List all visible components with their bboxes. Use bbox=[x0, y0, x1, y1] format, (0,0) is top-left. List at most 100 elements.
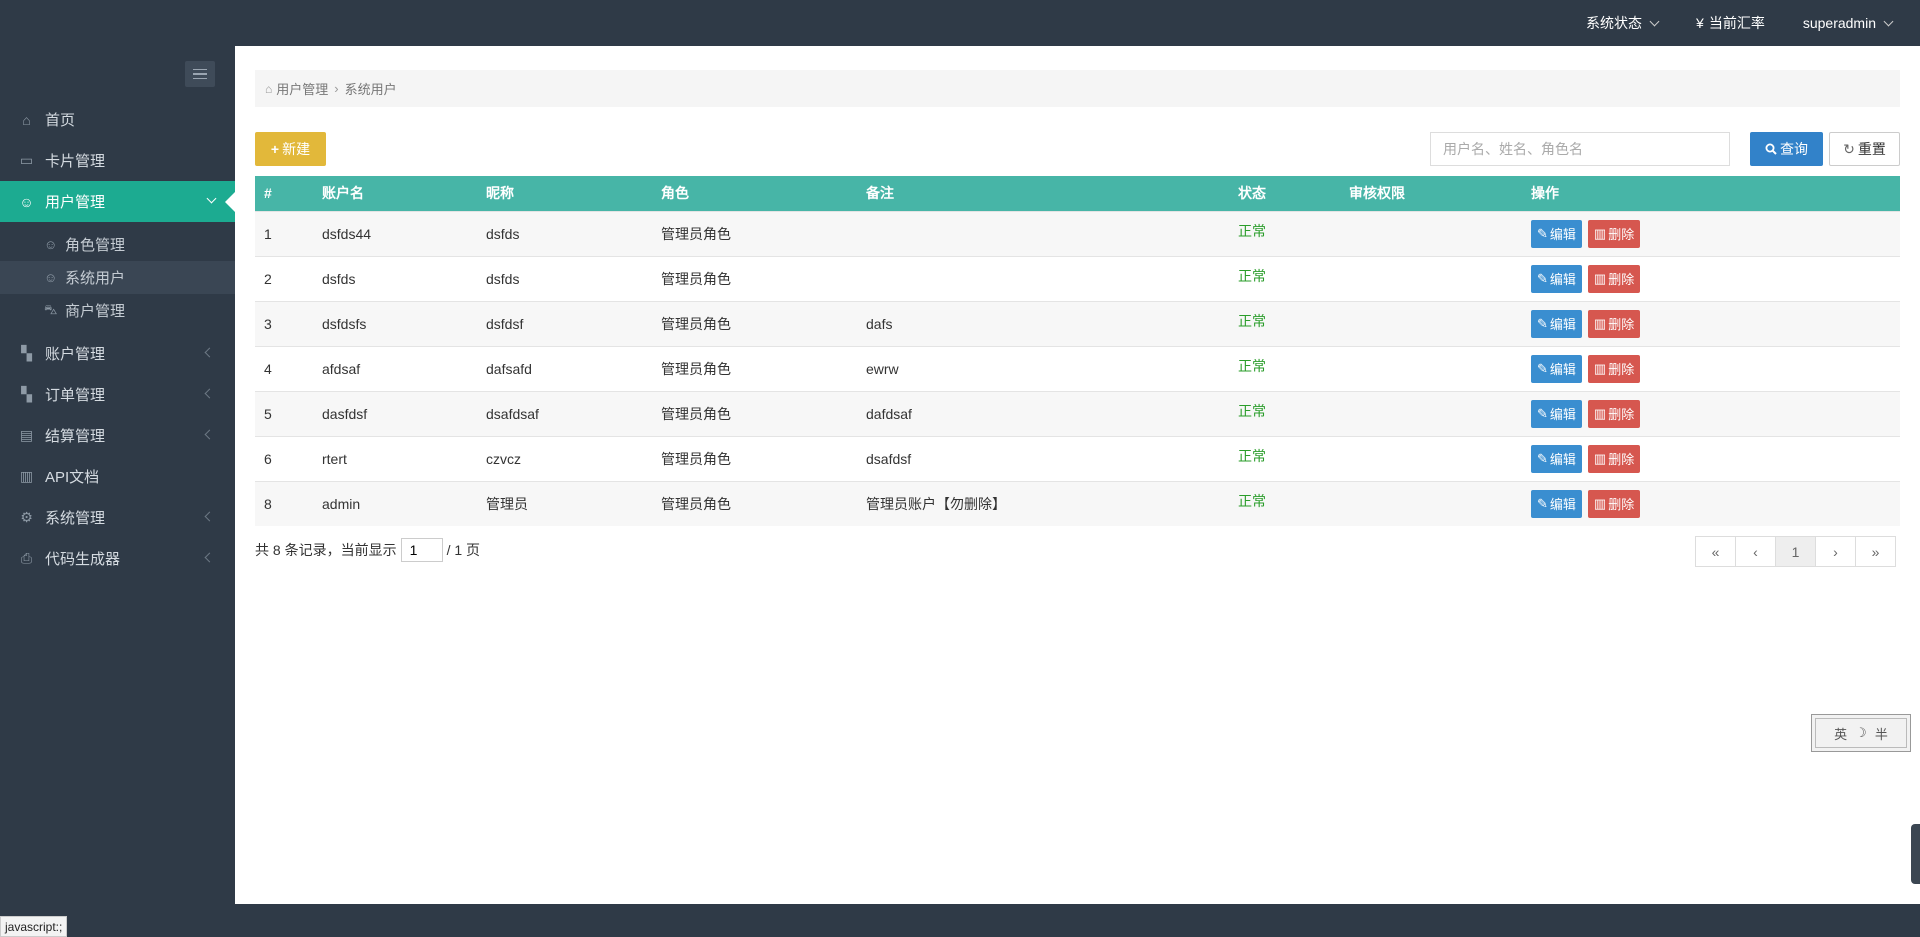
cell-actions: ✎ 编辑 ▥ 删除 bbox=[1522, 345, 1900, 391]
cell-audit bbox=[1340, 435, 1522, 481]
column-header: # bbox=[255, 176, 313, 211]
cell-actions: ✎ 编辑 ▥ 删除 bbox=[1522, 390, 1900, 436]
cell-account: admin bbox=[313, 480, 477, 526]
prev-page-button[interactable]: ‹ bbox=[1735, 536, 1776, 567]
delete-button[interactable]: ▥ 删除 bbox=[1587, 444, 1641, 473]
ime-width-toggle[interactable]: 半 bbox=[1875, 724, 1888, 743]
delete-button[interactable]: ▥ 删除 bbox=[1587, 264, 1641, 293]
user-outline-icon: ☺ bbox=[44, 270, 58, 285]
sidebar-item-code-generator[interactable]: ⎙ 代码生成器 bbox=[0, 538, 235, 579]
cell-id: 1 bbox=[255, 210, 313, 256]
card-icon: ▭ bbox=[19, 152, 34, 168]
cell-audit bbox=[1340, 390, 1522, 436]
breadcrumb: ⌂ 用户管理 › 系统用户 bbox=[255, 70, 1900, 107]
sidebar-item-order[interactable]: ▚ 订单管理 bbox=[0, 374, 235, 415]
delete-button[interactable]: ▥ 删除 bbox=[1587, 219, 1641, 248]
column-header: 角色 bbox=[652, 176, 857, 211]
next-page-button[interactable]: › bbox=[1815, 536, 1856, 567]
chevron-down-icon bbox=[1883, 16, 1894, 26]
edit-button[interactable]: ✎ 编辑 bbox=[1531, 399, 1582, 428]
sidebar-item-user-management[interactable]: ☺ 用户管理 bbox=[0, 181, 235, 222]
cell-nickname: czvcz bbox=[477, 435, 652, 481]
status-badge: 正常 bbox=[1238, 402, 1266, 419]
cell-audit bbox=[1340, 210, 1522, 256]
edit-button[interactable]: ✎ 编辑 bbox=[1531, 309, 1582, 338]
edit-button[interactable]: ✎ 编辑 bbox=[1531, 489, 1582, 518]
sidebar-subitem-system-user[interactable]: ☺ 系统用户 bbox=[0, 261, 235, 294]
cell-remark bbox=[857, 210, 1229, 256]
page-number-input[interactable] bbox=[400, 538, 443, 562]
delete-button[interactable]: ▥ 删除 bbox=[1587, 309, 1641, 338]
search-input[interactable] bbox=[1430, 132, 1730, 166]
cell-id: 4 bbox=[255, 345, 313, 391]
search-button[interactable]: 查询 bbox=[1750, 132, 1823, 166]
cell-actions: ✎ 编辑 ▥ 删除 bbox=[1522, 300, 1900, 346]
delete-button[interactable]: ▥ 删除 bbox=[1587, 489, 1641, 518]
table-row: 4 afdsaf dafsafd 管理员角色 ewrw 正常 ✎ 编辑 ▥ 删除 bbox=[255, 345, 1900, 391]
gear-icon: ⚙ bbox=[20, 509, 33, 525]
ime-language[interactable]: 英 bbox=[1834, 724, 1847, 743]
sidebar-subitem-merchant[interactable]: ⛍ 商户管理 bbox=[0, 294, 235, 327]
table-row: 1 dsfds44 dsfds 管理员角色 正常 ✎ 编辑 ▥ 删除 bbox=[255, 210, 1900, 256]
cell-actions: ✎ 编辑 ▥ 删除 bbox=[1522, 435, 1900, 481]
user-dropdown[interactable]: superadmin bbox=[1803, 15, 1894, 31]
table-row: 5 dasfdsf dsafdsaf 管理员角色 dafdsaf 正常 ✎ 编辑 ▥ 删除 bbox=[255, 390, 1900, 436]
cell-audit bbox=[1340, 345, 1522, 391]
chevron-left-icon bbox=[204, 388, 215, 399]
cell-status: 正常 bbox=[1229, 255, 1340, 301]
cell-remark: dafs bbox=[857, 300, 1229, 346]
sidebar-item-account[interactable]: ▚ 账户管理 bbox=[0, 333, 235, 374]
table-row: 8 admin 管理员 管理员角色 管理员账户【勿删除】 正常 ✎ 编辑 ▥ 删除 bbox=[255, 480, 1900, 526]
sidebar-item-label: 卡片管理 bbox=[45, 153, 106, 170]
system-status-label: 系统状态 bbox=[1586, 15, 1643, 31]
sidebar-toggle-button[interactable] bbox=[185, 61, 215, 87]
edit-button[interactable]: ✎ 编辑 bbox=[1531, 219, 1582, 248]
delete-button[interactable]: ▥ 删除 bbox=[1587, 399, 1641, 428]
sidebar-item-card[interactable]: ▭ 卡片管理 bbox=[0, 140, 235, 181]
first-page-button[interactable]: « bbox=[1695, 536, 1736, 567]
cell-account: afdsaf bbox=[313, 345, 477, 391]
cell-role: 管理员角色 bbox=[652, 300, 857, 346]
edit-button[interactable]: ✎ 编辑 bbox=[1531, 444, 1582, 473]
cell-nickname: dsfds bbox=[477, 255, 652, 301]
pagination: « ‹ 1 › » bbox=[1695, 536, 1896, 567]
edit-button[interactable]: ✎ 编辑 bbox=[1531, 354, 1582, 383]
system-status-dropdown[interactable]: 系统状态 bbox=[1586, 13, 1660, 33]
column-header: 操作 bbox=[1522, 176, 1900, 211]
breadcrumb-parent[interactable]: 用户管理 bbox=[276, 79, 328, 98]
cell-actions: ✎ 编辑 ▥ 删除 bbox=[1522, 255, 1900, 301]
cell-role: 管理员角色 bbox=[652, 345, 857, 391]
floating-side-handle[interactable] bbox=[1911, 824, 1920, 884]
sidebar-item-label: 代码生成器 bbox=[45, 551, 121, 568]
sidebar-subitem-role[interactable]: ☺ 角色管理 bbox=[0, 228, 235, 261]
cell-status: 正常 bbox=[1229, 345, 1340, 391]
ime-toolbar[interactable]: 英 ☽ 半 bbox=[1811, 714, 1911, 752]
cell-account: rtert bbox=[313, 435, 477, 481]
cell-account: dasfdsf bbox=[313, 390, 477, 436]
last-page-button[interactable]: » bbox=[1855, 536, 1896, 567]
table-row: 6 rtert czvcz 管理员角色 dsafdsf 正常 ✎ 编辑 ▥ 删除 bbox=[255, 435, 1900, 481]
main-content: ⌂ 用户管理 › 系统用户 + 新建 查询 ↻ 重置 # 账户名 昵称 角色 备… bbox=[235, 46, 1920, 904]
sidebar-item-system[interactable]: ⚙ 系统管理 bbox=[0, 497, 235, 538]
edit-button[interactable]: ✎ 编辑 bbox=[1531, 264, 1582, 293]
delete-button[interactable]: ▥ 删除 bbox=[1587, 354, 1641, 383]
sidebar-item-label: API文档 bbox=[45, 469, 100, 486]
sidebar-item-home[interactable]: ⌂ 首页 bbox=[0, 99, 235, 140]
column-header: 昵称 bbox=[477, 176, 652, 211]
new-button[interactable]: + 新建 bbox=[255, 132, 326, 166]
reset-button[interactable]: ↻ 重置 bbox=[1829, 132, 1900, 166]
chevron-left-icon bbox=[204, 347, 215, 358]
home-icon: ⌂ bbox=[265, 81, 273, 96]
sidebar-item-api-docs[interactable]: ▥ API文档 bbox=[0, 456, 235, 497]
cell-account: dsfdsfs bbox=[313, 300, 477, 346]
cell-id: 6 bbox=[255, 435, 313, 481]
edit-icon: ✎ bbox=[1537, 315, 1548, 331]
sidebar-item-label: 用户管理 bbox=[45, 194, 106, 211]
sidebar-item-settlement[interactable]: ▤ 结算管理 bbox=[0, 415, 235, 456]
page-button[interactable]: 1 bbox=[1775, 536, 1816, 567]
exchange-rate-link[interactable]: ¥ 当前汇率 bbox=[1696, 13, 1765, 33]
cell-status: 正常 bbox=[1229, 210, 1340, 256]
trash-icon: ▥ bbox=[1593, 495, 1607, 511]
moon-icon[interactable]: ☽ bbox=[1855, 725, 1867, 741]
cell-role: 管理员角色 bbox=[652, 390, 857, 436]
